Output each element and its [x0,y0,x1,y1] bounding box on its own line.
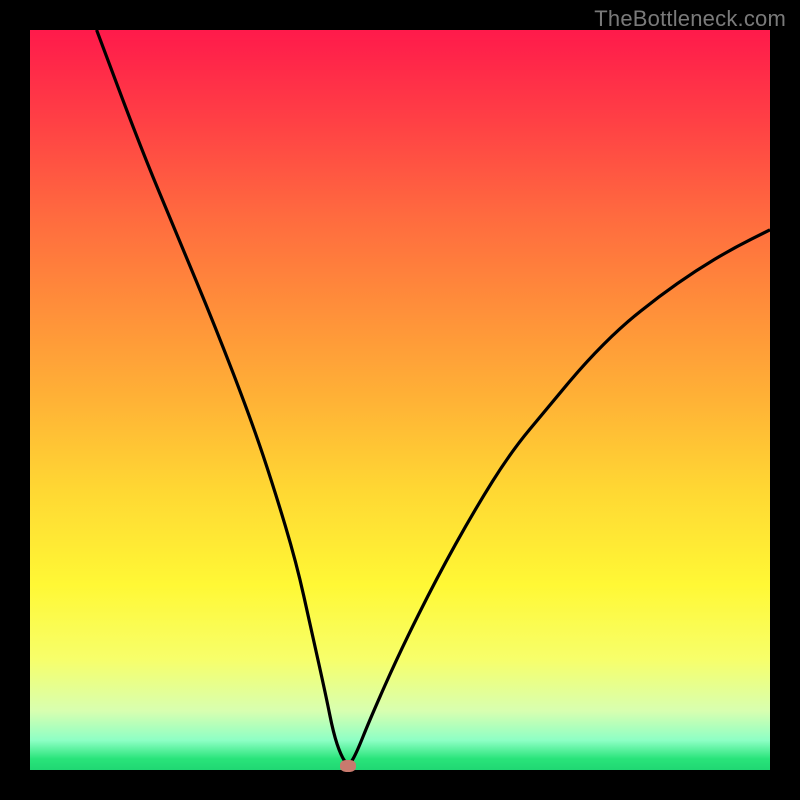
plot-area [30,30,770,770]
optimum-marker [340,760,356,772]
bottleneck-curve [97,30,770,764]
chart-frame: TheBottleneck.com [0,0,800,800]
watermark-label: TheBottleneck.com [594,6,786,32]
curve-layer [30,30,770,770]
